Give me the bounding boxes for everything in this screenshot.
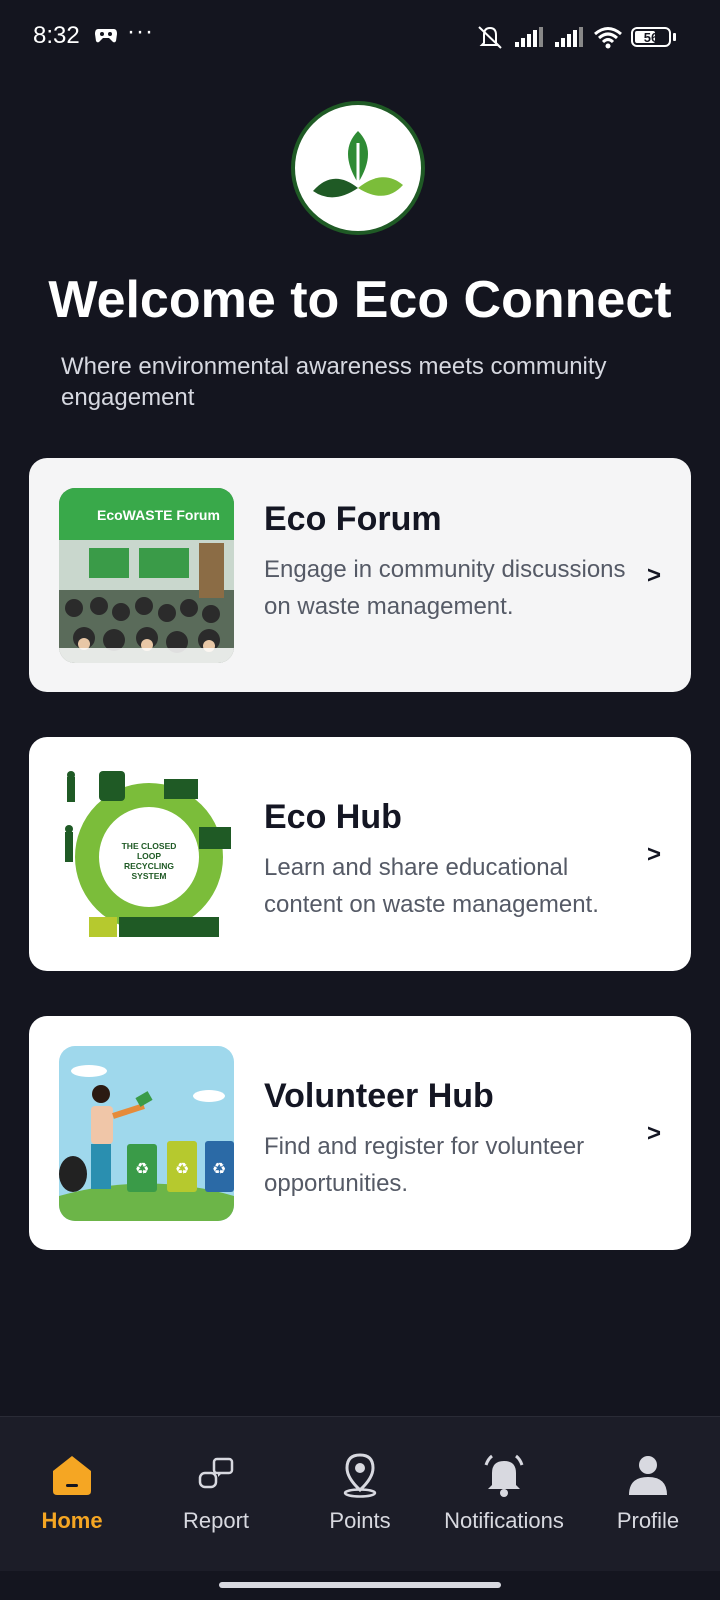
svg-text:THE CLOSED: THE CLOSED xyxy=(122,841,177,851)
eco-forum-banner-text: EcoWASTE Forum xyxy=(97,507,220,523)
eco-forum-card[interactable]: EcoWASTE Forum Eco Forum Engage in commu… xyxy=(29,458,691,692)
eco-forum-title: Eco Forum xyxy=(264,500,442,538)
page-title: Welcome to Eco Connect xyxy=(48,271,672,329)
home-indicator[interactable] xyxy=(219,1582,501,1588)
game-controller-icon xyxy=(95,29,117,43)
svg-text:♻: ♻ xyxy=(175,1161,189,1178)
page-subtitle: Where environmental awareness meets comm… xyxy=(61,353,607,411)
svg-text:RECYCLING: RECYCLING xyxy=(124,861,174,871)
status-time: 8:32 xyxy=(33,22,80,49)
battery-icon: 56 xyxy=(631,27,671,47)
svg-text:♻: ♻ xyxy=(212,1161,226,1178)
location-pin-icon xyxy=(336,1451,384,1499)
nav-notifications-label: Notifications xyxy=(444,1508,564,1533)
nav-report-label: Report xyxy=(182,1508,250,1533)
volunteer-hub-chevron-icon[interactable]: > xyxy=(647,1120,661,1148)
eco-hub-title: Eco Hub xyxy=(264,798,402,836)
nav-profile-label: Profile xyxy=(616,1508,680,1533)
eco-forum-chevron-icon[interactable]: > xyxy=(647,562,661,590)
battery-level: 56 xyxy=(643,29,659,45)
signal-icon-2 xyxy=(555,27,583,47)
eco-hub-card[interactable]: THE CLOSED LOOP RECYCLING SYSTEM Eco Hub… xyxy=(29,737,691,971)
svg-text:♻: ♻ xyxy=(135,1161,149,1178)
nav-profile[interactable]: Profile xyxy=(576,1417,720,1571)
volunteer-hub-card[interactable]: ♻ ♻ ♻ Volunteer Hub Find and register fo… xyxy=(29,1016,691,1250)
silent-bell-icon xyxy=(478,26,502,49)
nav-points-label: Points xyxy=(329,1508,391,1533)
eco-hub-chevron-icon[interactable]: > xyxy=(647,841,661,869)
signal-icon-1 xyxy=(515,27,543,47)
status-icons: 56 xyxy=(475,22,676,52)
eco-hub-description: Learn and share educational content on w… xyxy=(264,854,599,918)
svg-text:LOOP: LOOP xyxy=(137,851,161,861)
volunteer-hub-title: Volunteer Hub xyxy=(264,1077,494,1115)
home-icon xyxy=(48,1451,96,1499)
volunteer-hub-image: ♻ ♻ ♻ xyxy=(59,1046,234,1221)
eco-forum-description: Engage in community discussions on waste… xyxy=(264,556,626,620)
nav-home-label: Home xyxy=(41,1508,103,1533)
eco-hub-image: THE CLOSED LOOP RECYCLING SYSTEM xyxy=(59,767,234,942)
chat-report-icon xyxy=(192,1451,240,1499)
wifi-icon xyxy=(594,27,622,49)
status-bar: 8:32 ··· 56 xyxy=(0,0,720,72)
bell-icon xyxy=(480,1451,528,1499)
nav-notifications[interactable]: Notifications xyxy=(432,1417,576,1571)
nav-home[interactable]: Home xyxy=(0,1417,144,1571)
nav-report[interactable]: Report xyxy=(144,1417,288,1571)
status-more-dots: ··· xyxy=(127,18,154,45)
nav-points[interactable]: Points xyxy=(288,1417,432,1571)
svg-text:SYSTEM: SYSTEM xyxy=(132,871,167,881)
volunteer-hub-description: Find and register for volunteer opportun… xyxy=(264,1133,585,1197)
bottom-nav: Home Report Points Notifications Profile xyxy=(0,1416,720,1571)
person-icon xyxy=(624,1451,672,1499)
eco-forum-image: EcoWASTE Forum xyxy=(59,488,234,663)
leaf-logo-icon xyxy=(291,101,425,235)
